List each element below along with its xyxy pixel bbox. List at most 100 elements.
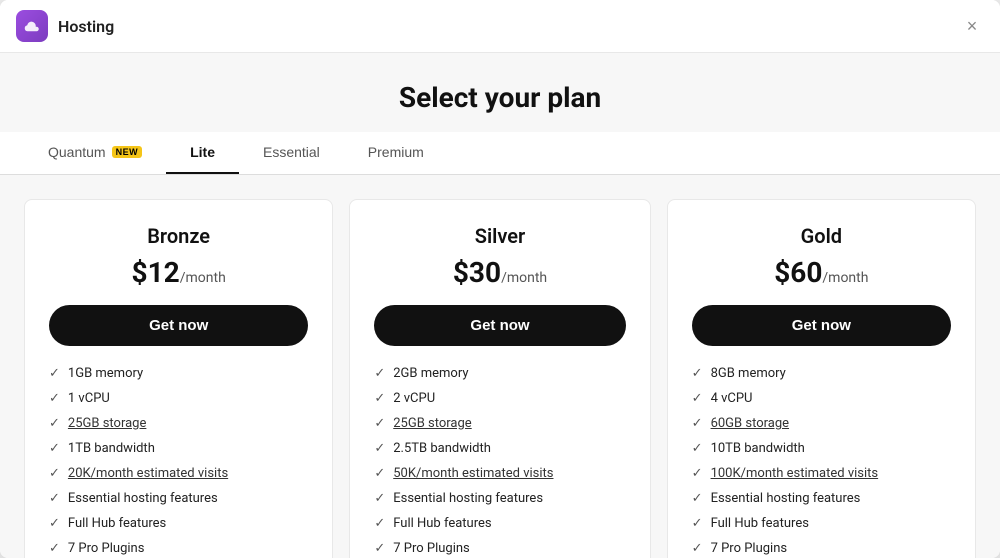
feature-item: ✓ 60GB storage	[692, 416, 951, 431]
plan-card-silver: Silver$30/monthGet now✓2GB memory✓2 vCPU…	[349, 199, 650, 558]
feature-item: ✓ 50K/month estimated visits	[374, 466, 625, 481]
titlebar: Hosting ×	[0, 0, 1000, 53]
features-list-silver: ✓2GB memory✓2 vCPU✓25GB storage✓2.5TB ba…	[374, 366, 625, 558]
check-icon: ✓	[49, 516, 60, 531]
plan-amount-bronze: $12	[132, 256, 180, 289]
feature-text: Essential hosting features	[711, 491, 861, 506]
plan-price-bronze: $12/month	[49, 256, 308, 289]
plan-name-silver: Silver	[374, 224, 625, 248]
tab-label-quantum: Quantum	[48, 144, 106, 160]
feature-item: ✓ 7 Pro Plugins	[49, 541, 308, 556]
page-header: Select your plan	[0, 53, 1000, 132]
feature-text[interactable]: 25GB storage	[393, 416, 471, 431]
feature-item: ✓ Full Hub features	[49, 516, 308, 531]
check-icon: ✓	[49, 391, 60, 406]
feature-item: ✓ 7 Pro Plugins	[692, 541, 951, 556]
get-now-button-gold[interactable]: Get now	[692, 305, 951, 346]
titlebar-left: Hosting	[16, 10, 114, 42]
check-icon: ✓	[692, 516, 703, 531]
features-list-gold: ✓8GB memory✓4 vCPU✓60GB storage✓10TB ban…	[692, 366, 951, 558]
plans-grid: Bronze $12/month Get now ✓ 1GB memory ✓ 1 vCPU…	[0, 175, 1000, 558]
check-icon: ✓	[692, 541, 703, 556]
feature-text: Essential hosting features	[393, 491, 543, 506]
feature-item: ✓ 25GB storage	[49, 416, 308, 431]
check-icon: ✓	[49, 541, 60, 556]
check-icon: ✓	[692, 366, 703, 381]
plan-period-gold: /month	[822, 270, 868, 286]
tab-essential[interactable]: Essential	[239, 132, 344, 174]
check-icon: ✓	[374, 466, 385, 481]
check-icon: ✓	[692, 416, 703, 431]
check-icon: ✓	[374, 541, 385, 556]
check-icon: ✓	[374, 516, 385, 531]
get-now-button-silver[interactable]: Get now	[374, 305, 625, 346]
feature-item: ✓Full Hub features	[692, 516, 951, 531]
plan-period-bronze: /month	[180, 270, 226, 286]
check-icon: ✓	[49, 416, 60, 431]
tab-label-premium: Premium	[368, 144, 424, 160]
feature-text[interactable]: 50K/month estimated visits	[393, 466, 553, 481]
check-icon: ✓	[49, 366, 60, 381]
get-now-button-bronze[interactable]: Get now	[49, 305, 308, 346]
plan-name-bronze: Bronze	[49, 224, 308, 248]
feature-text: Full Hub features	[68, 516, 166, 531]
check-icon: ✓	[49, 491, 60, 506]
check-icon: ✓	[49, 441, 60, 456]
feature-text[interactable]: 60GB storage	[711, 416, 789, 431]
feature-item: ✓ 2 vCPU	[374, 391, 625, 406]
feature-item: ✓2GB memory	[374, 366, 625, 381]
check-icon: ✓	[374, 366, 385, 381]
tab-badge-quantum: NEW	[112, 146, 143, 158]
tab-quantum[interactable]: Quantum NEW	[24, 132, 166, 174]
feature-text[interactable]: 100K/month estimated visits	[711, 466, 879, 481]
app-window: Hosting × Select your plan Quantum NEW Lit…	[0, 0, 1000, 558]
features-list-bronze: ✓ 1GB memory ✓ 1 vCPU ✓ 25GB storage ✓ 1TB band…	[49, 366, 308, 558]
feature-item: ✓ 1GB memory	[49, 366, 308, 381]
plan-price-silver: $30/month	[374, 256, 625, 289]
page-title: Select your plan	[0, 81, 1000, 114]
feature-text: 7 Pro Plugins	[711, 541, 788, 556]
app-icon	[16, 10, 48, 42]
feature-item: ✓100K/month estimated visits	[692, 466, 951, 481]
close-button[interactable]: ×	[960, 14, 984, 38]
plan-amount-silver: $30	[453, 256, 501, 289]
feature-item: ✓ Full Hub features	[374, 516, 625, 531]
tab-label-lite: Lite	[190, 144, 215, 160]
tab-premium[interactable]: Premium	[344, 132, 448, 174]
feature-text[interactable]: 25GB storage	[68, 416, 146, 431]
check-icon: ✓	[692, 441, 703, 456]
check-icon: ✓	[374, 416, 385, 431]
plan-price-gold: $60/month	[692, 256, 951, 289]
feature-item: ✓4 vCPU	[692, 391, 951, 406]
feature-text: 1 vCPU	[68, 391, 110, 406]
feature-item: ✓ 10TB bandwidth	[692, 441, 951, 456]
feature-item: ✓ 1TB bandwidth	[49, 441, 308, 456]
plan-card-gold: Gold$60/monthGet now✓8GB memory✓4 vCPU✓6…	[667, 199, 976, 558]
feature-item: ✓20K/month estimated visits	[49, 466, 308, 481]
feature-text: Full Hub features	[393, 516, 491, 531]
feature-text: Essential hosting features	[68, 491, 218, 506]
feature-text: 1GB memory	[68, 366, 143, 381]
feature-item: ✓2.5TB bandwidth	[374, 441, 625, 456]
feature-item: ✓ 7 Pro Plugins	[374, 541, 625, 556]
tab-lite[interactable]: Lite	[166, 132, 239, 174]
window-title: Hosting	[58, 17, 114, 36]
feature-text: 1TB bandwidth	[68, 441, 155, 456]
feature-item: ✓ Essential hosting features	[374, 491, 625, 506]
feature-item: ✓8GB memory	[692, 366, 951, 381]
plan-amount-gold: $60	[774, 256, 822, 289]
feature-item: ✓ 1 vCPU	[49, 391, 308, 406]
feature-item: ✓ 25GB storage	[374, 416, 625, 431]
feature-text: 10TB bandwidth	[711, 441, 805, 456]
plan-period-silver: /month	[501, 270, 547, 286]
check-icon: ✓	[692, 491, 703, 506]
check-icon: ✓	[374, 491, 385, 506]
check-icon: ✓	[374, 391, 385, 406]
feature-text[interactable]: 20K/month estimated visits	[68, 466, 228, 481]
feature-text: 7 Pro Plugins	[393, 541, 470, 556]
feature-text: 2 vCPU	[393, 391, 435, 406]
feature-text: 7 Pro Plugins	[68, 541, 145, 556]
plan-name-gold: Gold	[692, 224, 951, 248]
check-icon: ✓	[692, 391, 703, 406]
feature-text: 2.5TB bandwidth	[393, 441, 491, 456]
